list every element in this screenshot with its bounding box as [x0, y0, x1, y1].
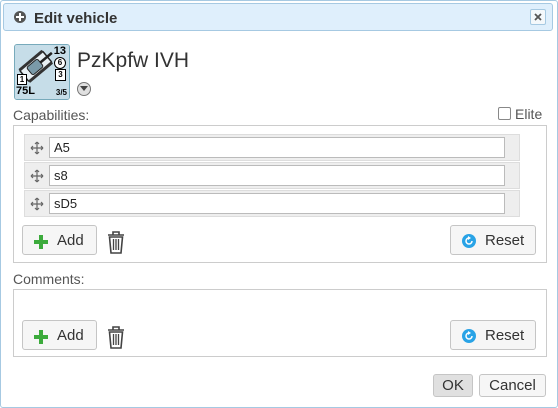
capability-row — [24, 134, 520, 161]
reset-icon — [462, 234, 476, 248]
capability-row — [24, 190, 520, 217]
capabilities-label: Capabilities: — [13, 107, 90, 123]
plus-icon — [34, 330, 48, 344]
vehicle-name: PzKpfw IVH — [77, 49, 190, 72]
comments-panel: Add Reset — [13, 289, 547, 357]
elite-toggle[interactable]: Elite — [498, 106, 542, 122]
close-button[interactable] — [530, 9, 546, 25]
capability-reset-button[interactable]: Reset — [450, 225, 536, 255]
capabilities-list — [24, 131, 529, 217]
comment-add-button[interactable]: Add — [22, 320, 97, 350]
counter-gun-value: 75L — [16, 85, 35, 97]
counter-fraction-value: 3/5 — [55, 88, 67, 97]
capability-input[interactable] — [49, 165, 505, 186]
edit-vehicle-dialog: Edit vehicle 13 6 3 1 75L 3/5 PzKpfw IVH… — [0, 0, 558, 408]
vehicle-counter-image[interactable]: 13 6 3 1 75L 3/5 — [14, 44, 70, 100]
capability-row — [24, 162, 520, 189]
drag-handle-icon[interactable] — [30, 141, 44, 155]
reset-button-label: Reset — [485, 232, 525, 249]
elite-checkbox[interactable] — [498, 107, 511, 120]
dialog-icon — [14, 11, 26, 23]
capability-add-button[interactable]: Add — [22, 225, 97, 255]
ok-button[interactable]: OK — [433, 374, 473, 397]
reset-button-label: Reset — [485, 327, 525, 344]
capabilities-panel: Add Reset — [13, 125, 547, 263]
comment-reset-button[interactable]: Reset — [450, 320, 536, 350]
capability-input[interactable] — [49, 137, 505, 158]
drag-handle-icon[interactable] — [30, 169, 44, 183]
plus-icon — [34, 235, 48, 249]
reset-icon — [462, 329, 476, 343]
dialog-titlebar[interactable]: Edit vehicle — [3, 3, 553, 31]
cancel-button[interactable]: Cancel — [479, 374, 546, 397]
elite-label: Elite — [515, 106, 543, 122]
counter-top-right: 13 — [53, 45, 66, 57]
chevron-down-icon — [80, 86, 88, 91]
capability-input[interactable] — [49, 193, 505, 214]
counter-circle-value: 6 — [54, 57, 66, 69]
comments-label: Comments: — [13, 271, 85, 287]
drag-handle-icon[interactable] — [30, 197, 44, 211]
trash-icon[interactable] — [105, 324, 127, 350]
dialog-title: Edit vehicle — [34, 10, 118, 27]
counter-box-value: 3 — [55, 69, 66, 81]
trash-icon[interactable] — [105, 229, 127, 255]
add-button-label: Add — [57, 327, 84, 344]
counter-left-box-value: 1 — [17, 74, 27, 85]
add-button-label: Add — [57, 232, 84, 249]
vehicle-menu-button[interactable] — [77, 82, 91, 96]
close-icon — [534, 13, 542, 21]
